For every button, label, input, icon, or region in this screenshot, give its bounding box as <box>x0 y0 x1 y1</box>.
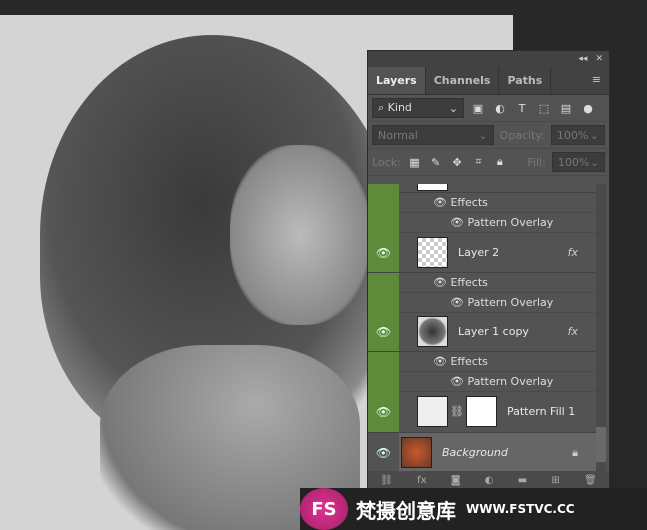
mask-icon[interactable]: ◙ <box>451 475 461 486</box>
link-icon: ⛓︎ <box>450 405 464 418</box>
layer-row[interactable] <box>368 184 596 193</box>
panel-menu-icon[interactable]: ≡ <box>584 67 609 94</box>
visibility-eye-icon: 👁︎ <box>368 433 399 472</box>
filter-toggle[interactable]: ● <box>580 102 596 115</box>
opacity-field[interactable]: 100% ⌄ <box>550 125 605 145</box>
filter-kind-select[interactable]: ⌕ Kind ⌄ <box>372 98 464 118</box>
layer-row-layer-2[interactable]: 👁︎ Layer 2 fx <box>368 233 596 273</box>
trash-icon[interactable]: 🗑︎ <box>584 475 597 486</box>
lock-icon: 🔒︎ <box>572 445 578 459</box>
group-icon[interactable]: ▬ <box>518 475 527 486</box>
smart-object-icon[interactable]: ▤ <box>558 102 574 115</box>
visibility-eye-icon: 👁︎ <box>368 312 399 351</box>
lock-paint-icon[interactable]: ✎ <box>428 156 443 169</box>
visibility-eye-icon: 👁︎ <box>368 233 399 272</box>
lock-artboard-icon[interactable]: ⌗ <box>471 155 486 169</box>
tab-channels[interactable]: Channels <box>426 67 500 94</box>
layers-panel: ◂◂ ✕ Layers Channels Paths ≡ ⌕ Kind ⌄ ▣ ◐ … <box>367 50 610 490</box>
shape-icon[interactable]: ⬚ <box>536 102 552 115</box>
lock-all-icon[interactable]: 🔒︎ <box>492 155 507 169</box>
eye-icon: 👁︎ <box>433 276 447 289</box>
image-icon[interactable]: ▣ <box>470 102 486 115</box>
link-layers-icon[interactable]: ⛓︎ <box>380 475 393 486</box>
adjustment-icon[interactable]: ◐ <box>492 102 508 115</box>
layer-row-background[interactable]: 👁︎ Background 🔒︎ <box>368 433 596 473</box>
type-icon[interactable]: T <box>514 102 530 115</box>
layers-scrollbar[interactable] <box>596 184 606 474</box>
eye-icon: 👁︎ <box>450 375 464 388</box>
lock-move-icon[interactable]: ✥ <box>449 156 464 169</box>
eye-icon: 👁︎ <box>433 355 447 368</box>
layer-row-layer-1-copy[interactable]: 👁︎ Layer 1 copy fx <box>368 312 596 352</box>
adjustment-layer-icon[interactable]: ◐ <box>485 475 494 486</box>
fill-field[interactable]: 100% ⌄ <box>551 152 606 172</box>
blend-mode-select[interactable]: Normal ⌄ <box>372 125 494 145</box>
eye-icon: 👁︎ <box>450 216 464 229</box>
fx-icon[interactable]: fx <box>417 475 426 486</box>
new-layer-icon[interactable]: ⊞ <box>552 475 560 486</box>
watermark-logo: FS <box>300 488 348 530</box>
tab-paths[interactable]: Paths <box>499 67 552 94</box>
eye-icon: 👁︎ <box>450 296 464 309</box>
tab-layers[interactable]: Layers <box>368 67 426 94</box>
close-icon[interactable]: ✕ <box>595 54 603 64</box>
collapse-icon[interactable]: ◂◂ <box>578 54 587 64</box>
layer-row-pattern-fill-1[interactable]: 👁︎ ⛓︎ Pattern Fill 1 <box>368 391 596 433</box>
eye-icon: 👁︎ <box>433 196 447 209</box>
watermark: FS 梵摄创意库 WWW.FSTVC.CC <box>300 488 647 530</box>
visibility-eye-icon: 👁︎ <box>368 391 399 432</box>
lock-transparency-icon[interactable]: ▦ <box>407 156 422 169</box>
